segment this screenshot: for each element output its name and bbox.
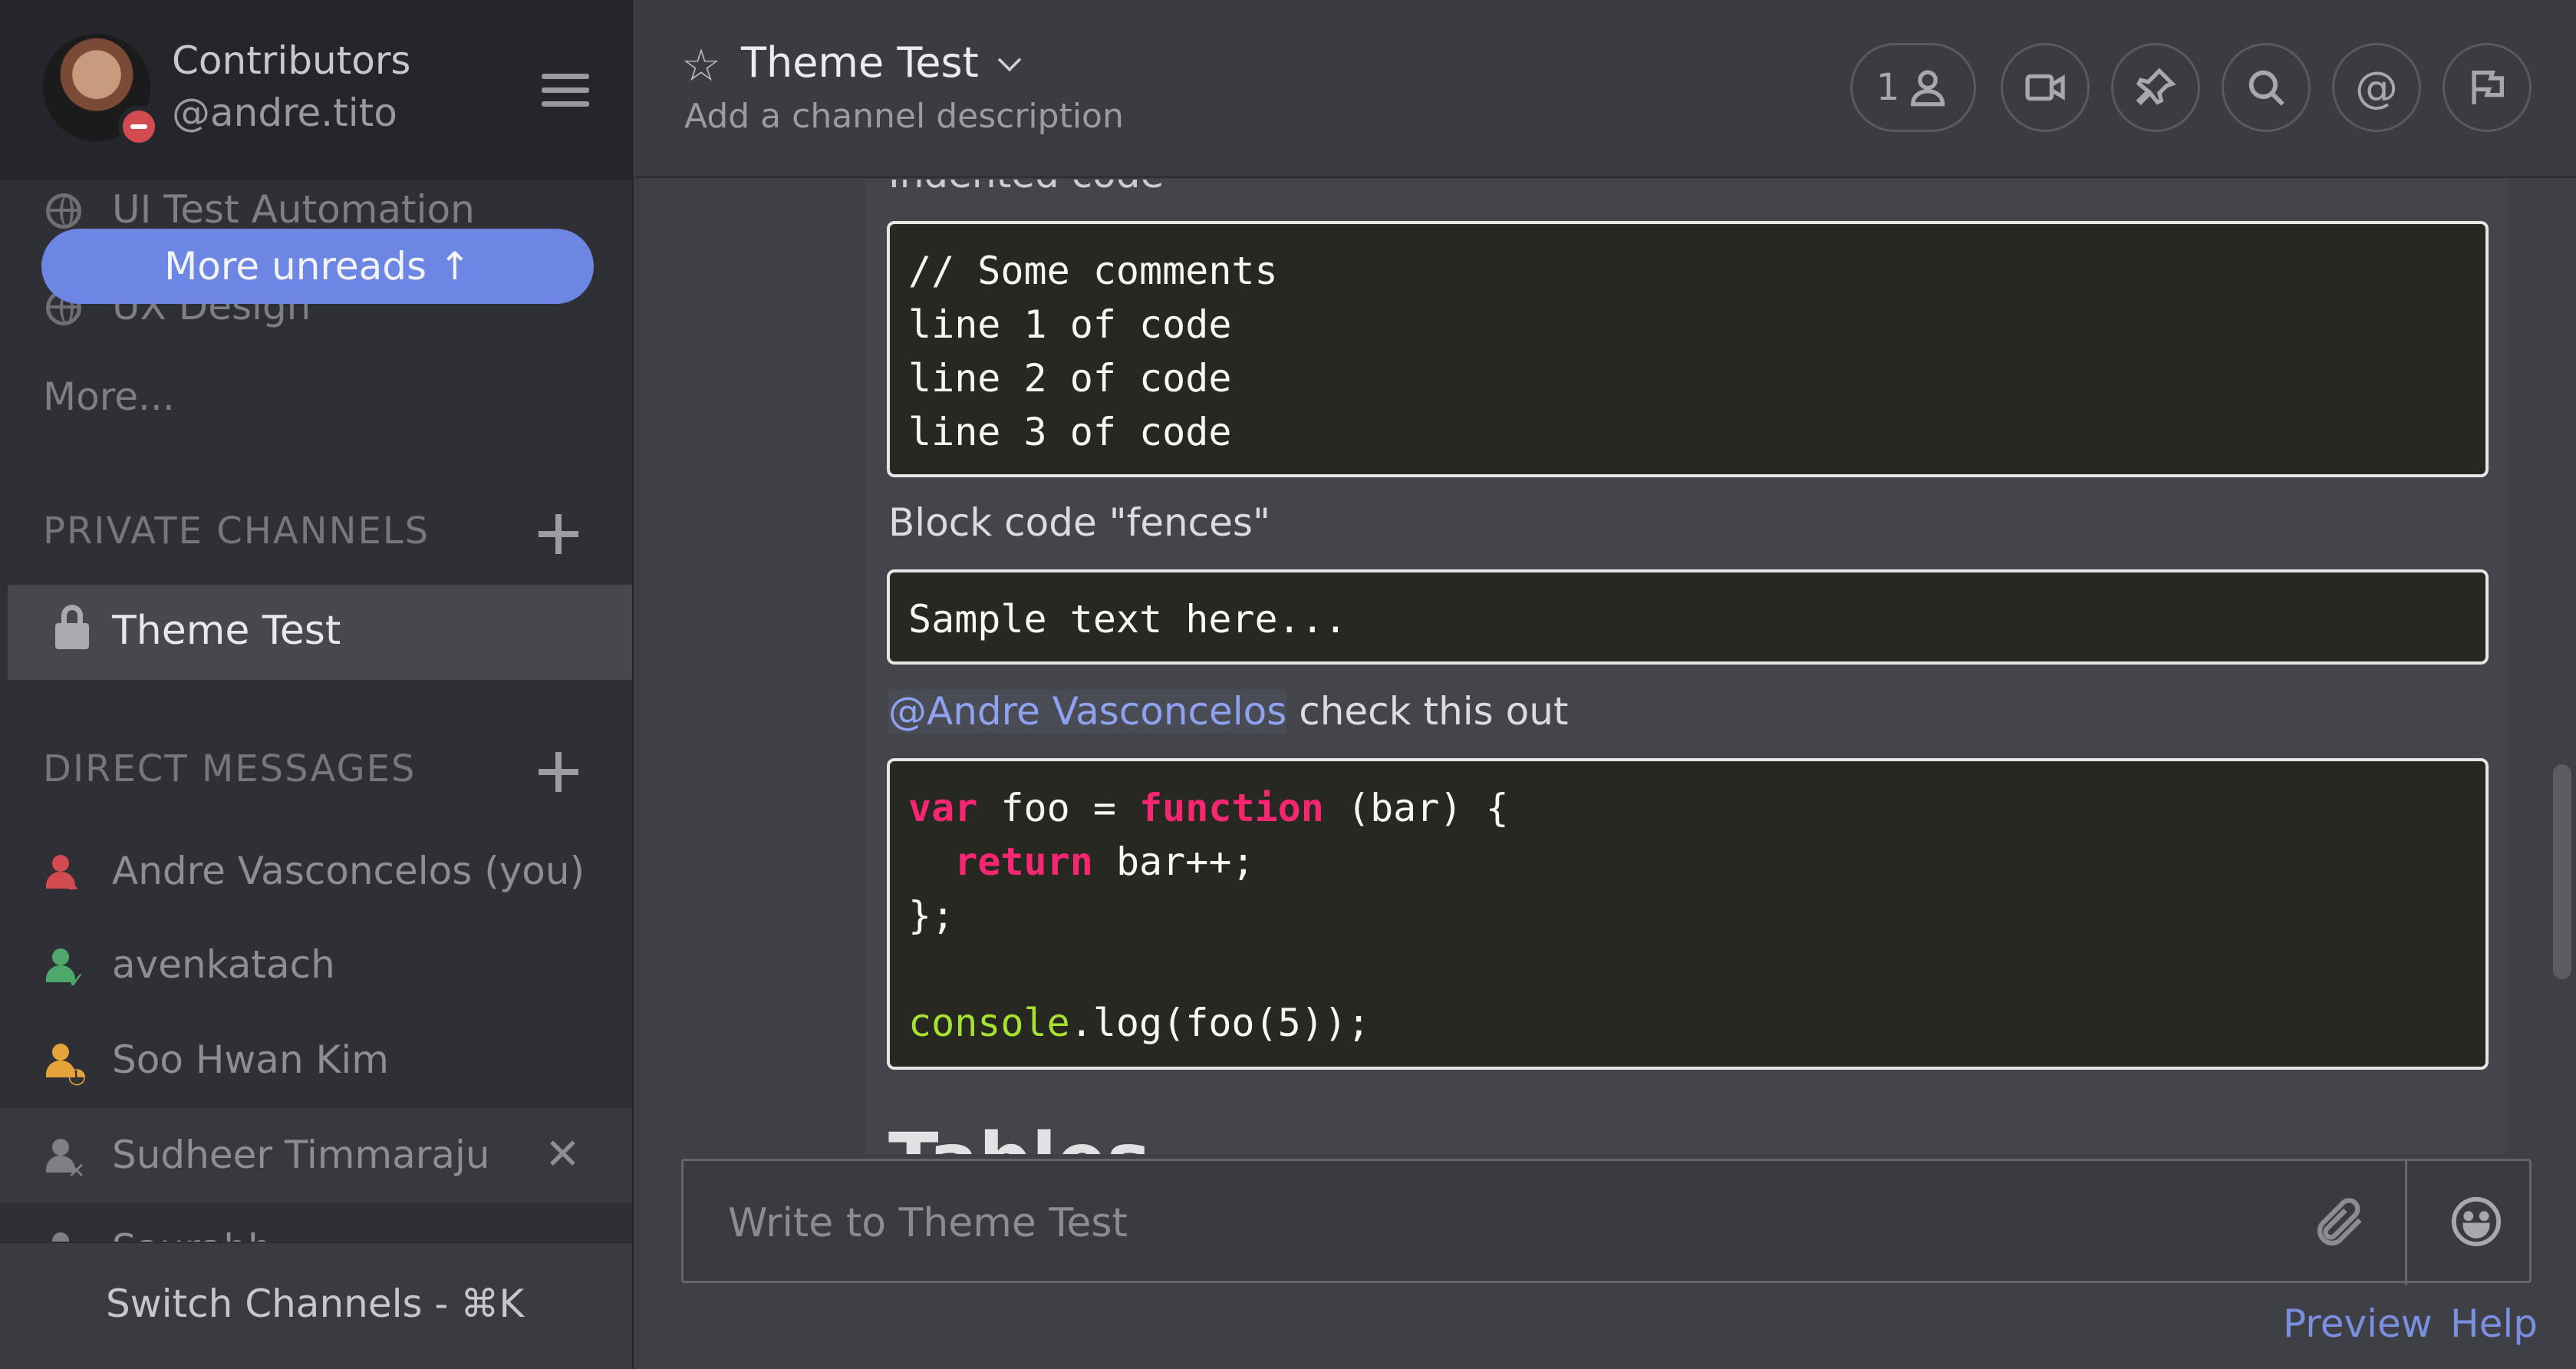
- channel-title[interactable]: Theme Test: [741, 38, 979, 87]
- dm-label: Soo Hwan Kim: [112, 1037, 389, 1082]
- user-mention-link[interactable]: @Andre Vasconcelos: [888, 689, 1287, 734]
- code-keyword: function: [1139, 786, 1324, 830]
- post-list: Indented code // Some comments line 1 of…: [635, 180, 2515, 1154]
- lock-icon: [55, 605, 89, 649]
- away-user-icon: ◔: [46, 1044, 87, 1087]
- globe-icon: [46, 193, 81, 229]
- message-composer: [681, 1159, 2532, 1285]
- mention-icon: @: [2355, 62, 2398, 113]
- member-icon: [1911, 70, 1945, 107]
- sidebar-header: Contributors @andre.tito: [0, 0, 632, 180]
- private-channels-title: PRIVATE CHANNELS: [43, 510, 430, 553]
- post-text: check this out: [1286, 689, 1569, 734]
- direct-messages-title: DIRECT MESSAGES: [43, 747, 417, 790]
- code-token: bar++;: [1092, 840, 1255, 884]
- sidebar-item-label: Theme Test: [112, 608, 341, 654]
- add-direct-message-icon[interactable]: [537, 750, 580, 793]
- dm-item-avenkatach[interactable]: ✓ avenkatach: [0, 918, 632, 1013]
- code-token: foo =: [977, 786, 1140, 830]
- pinned-button[interactable]: [2111, 43, 2200, 132]
- code-token: .log(foo(5));: [1069, 1001, 1371, 1045]
- user-handle: @andre.tito: [172, 91, 397, 135]
- add-private-channel-icon[interactable]: [537, 513, 580, 556]
- code-block-fences: Sample text here...: [887, 569, 2489, 665]
- dm-item-sudheer-timmaraju[interactable]: ✕ Sudheer Timmaraju ✕: [0, 1108, 632, 1203]
- dm-item-soo-hwan-kim[interactable]: ◔ Soo Hwan Kim: [0, 1013, 632, 1108]
- dm-item-andre[interactable]: – Andre Vasconcelos (you): [0, 824, 632, 919]
- flag-icon: [2472, 71, 2504, 104]
- post-text: Block code "fences": [888, 500, 1270, 545]
- post-heading: Tables: [888, 1117, 1151, 1154]
- code-builtin: console: [908, 1001, 1070, 1045]
- close-icon[interactable]: ✕: [545, 1130, 581, 1179]
- sidebar: UI Test Automation UX Design Contributor…: [0, 0, 634, 1369]
- menu-icon[interactable]: [542, 74, 589, 107]
- code-keyword: return: [954, 840, 1093, 884]
- pin-icon: [2136, 68, 2176, 106]
- search-icon: [2248, 70, 2284, 106]
- composer-divider: [2405, 1161, 2407, 1285]
- dm-label: Andre Vasconcelos (you): [112, 849, 585, 893]
- more-channels-link[interactable]: More...: [43, 374, 175, 419]
- mention-line: @Andre Vasconcelos check this out: [888, 689, 1569, 734]
- member-count: 1: [1876, 66, 1900, 109]
- sidebar-item-label: UI Test Automation: [112, 187, 475, 232]
- message-input[interactable]: [728, 1196, 2186, 1250]
- preview-link[interactable]: Preview: [2283, 1301, 2433, 1346]
- code-token: };: [908, 893, 955, 938]
- mentions-button[interactable]: @: [2332, 43, 2421, 132]
- search-button[interactable]: [2222, 43, 2311, 132]
- scrollbar[interactable]: [2553, 764, 2571, 979]
- dnd-user-icon: –: [46, 855, 87, 898]
- code-token: (bar) {: [1323, 786, 1509, 830]
- code-keyword: var: [908, 786, 978, 830]
- member-count-button[interactable]: 1: [1850, 43, 1976, 132]
- more-unreads-button[interactable]: More unreads ↑: [41, 229, 594, 304]
- video-icon: [2025, 74, 2065, 101]
- help-link[interactable]: Help: [2450, 1301, 2538, 1346]
- online-user-icon: ✓: [46, 948, 87, 991]
- dnd-status-icon: [118, 106, 160, 147]
- emoji-icon[interactable]: [2449, 1195, 2503, 1249]
- flagged-button[interactable]: [2443, 43, 2532, 132]
- switch-channels-button[interactable]: Switch Channels - ⌘K: [0, 1242, 632, 1369]
- team-name[interactable]: Contributors: [172, 38, 410, 83]
- chevron-down-icon[interactable]: [997, 48, 1022, 72]
- sidebar-item-theme-test[interactable]: Theme Test: [8, 585, 632, 680]
- attachment-icon[interactable]: [2311, 1192, 2370, 1253]
- dm-label: Sudheer Timmaraju: [112, 1133, 490, 1177]
- star-icon[interactable]: ☆: [681, 43, 721, 87]
- dm-label: avenkatach: [112, 942, 335, 987]
- channel-description[interactable]: Add a channel description: [684, 97, 1124, 136]
- code-block-indented: // Some comments line 1 of code line 2 o…: [887, 221, 2489, 477]
- video-button[interactable]: [2001, 43, 2090, 132]
- post-text: Indented code: [888, 180, 1164, 196]
- switch-channels-label: Switch Channels - ⌘K: [106, 1282, 525, 1326]
- offline-user-icon: ✕: [46, 1139, 87, 1182]
- code-block-javascript: var foo = function (bar) { return bar++;…: [887, 758, 2489, 1070]
- channel-header: ☆ Theme Test Add a channel description 1…: [635, 0, 2576, 178]
